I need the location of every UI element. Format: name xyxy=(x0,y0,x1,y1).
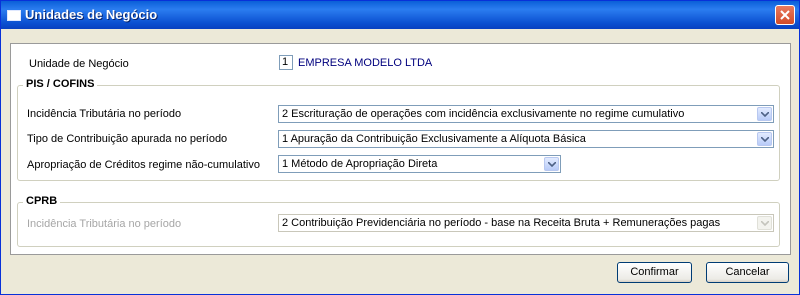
tipo-contribuicao-select[interactable]: 1 Apuração da Contribuição Exclusivament… xyxy=(278,130,774,148)
chevron-down-icon xyxy=(548,162,556,167)
unit-code-input[interactable]: 1 xyxy=(279,55,293,70)
dropdown-button xyxy=(757,216,772,230)
cprb-incidencia-value: 2 Contribuição Previdenciária no período… xyxy=(282,217,721,229)
window-title: Unidades de Negócio xyxy=(25,7,158,22)
incidencia-select[interactable]: 2 Escrituração de operações com incidênc… xyxy=(278,105,774,123)
incidencia-label: Incidência Tributária no período xyxy=(27,108,182,120)
dropdown-button[interactable] xyxy=(757,132,772,146)
company-name: EMPRESA MODELO LTDA xyxy=(298,57,433,69)
chevron-down-icon xyxy=(761,221,769,226)
confirm-button[interactable]: Confirmar xyxy=(617,262,692,283)
window-icon xyxy=(7,10,21,21)
tipo-contribuicao-label: Tipo de Contribuição apurada no período xyxy=(27,133,228,145)
chevron-down-icon xyxy=(761,137,769,142)
form-panel: Unidade de Negócio 1 EMPRESA MODELO LTDA… xyxy=(10,43,791,255)
confirm-label: Confirmar xyxy=(630,266,679,278)
dropdown-button[interactable] xyxy=(757,107,772,121)
unit-code-value: 1 xyxy=(282,56,289,68)
apropriacao-value: 1 Método de Apropriação Direta xyxy=(282,158,438,170)
apropriacao-select[interactable]: 1 Método de Apropriação Direta xyxy=(278,155,561,173)
cancel-button[interactable]: Cancelar xyxy=(706,262,789,283)
incidencia-value: 2 Escrituração de operações com incidênc… xyxy=(282,108,685,120)
close-button[interactable] xyxy=(775,5,795,25)
close-icon xyxy=(780,10,790,20)
dropdown-button[interactable] xyxy=(544,157,559,171)
pis-cofins-legend: PIS / COFINS xyxy=(23,78,98,90)
cprb-incidencia-label: Incidência Tributária no período xyxy=(27,218,182,230)
tipo-contribuicao-value: 1 Apuração da Contribuição Exclusivament… xyxy=(282,133,586,145)
chevron-down-icon xyxy=(761,112,769,117)
unit-label: Unidade de Negócio xyxy=(29,58,129,70)
title-bar: Unidades de Negócio xyxy=(1,1,799,29)
dialog-window: Unidades de Negócio Unidade de Negócio 1… xyxy=(0,0,800,295)
apropriacao-label: Apropriação de Créditos regime não-cumul… xyxy=(27,159,260,171)
cancel-label: Cancelar xyxy=(725,266,770,278)
cprb-legend: CPRB xyxy=(23,195,61,207)
cprb-incidencia-select: 2 Contribuição Previdenciária no período… xyxy=(278,214,774,232)
